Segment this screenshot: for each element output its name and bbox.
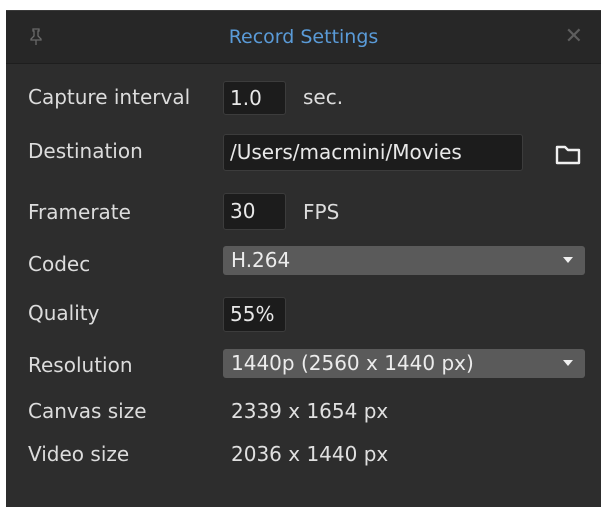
close-icon[interactable]: ✕ <box>565 26 583 48</box>
resolution-select[interactable]: 1440p (2560 x 1440 px) <box>223 349 585 378</box>
chevron-down-icon <box>563 257 573 263</box>
codec-select[interactable]: H.264 <box>223 246 585 275</box>
record-settings-panel: Record Settings ✕ Capture interval 1.0 s… <box>6 10 601 507</box>
capture-interval-label: Capture interval <box>28 85 191 109</box>
destination-field[interactable]: /Users/macmini/Movies <box>223 134 523 171</box>
resolution-label: Resolution <box>28 353 133 377</box>
quality-label: Quality <box>28 301 100 325</box>
video-size-value: 2036 x 1440 px <box>231 442 389 466</box>
quality-input[interactable]: 55% <box>223 297 286 332</box>
destination-label: Destination <box>28 139 143 163</box>
title-bar[interactable]: Record Settings ✕ <box>6 10 601 64</box>
window-title: Record Settings <box>228 26 379 48</box>
framerate-label: Framerate <box>28 200 131 224</box>
capture-interval-input[interactable]: 1.0 <box>223 81 286 115</box>
folder-icon[interactable] <box>554 142 582 166</box>
chevron-down-icon <box>563 360 573 366</box>
framerate-input[interactable]: 30 <box>223 193 286 230</box>
capture-interval-unit: sec. <box>303 85 344 109</box>
resolution-selected-value: 1440p (2560 x 1440 px) <box>231 351 474 375</box>
canvas-size-label: Canvas size <box>28 399 147 423</box>
codec-label: Codec <box>28 252 91 276</box>
framerate-unit: FPS <box>303 200 340 224</box>
canvas-size-value: 2339 x 1654 px <box>231 399 389 423</box>
video-size-label: Video size <box>28 442 130 466</box>
codec-selected-value: H.264 <box>231 248 291 272</box>
